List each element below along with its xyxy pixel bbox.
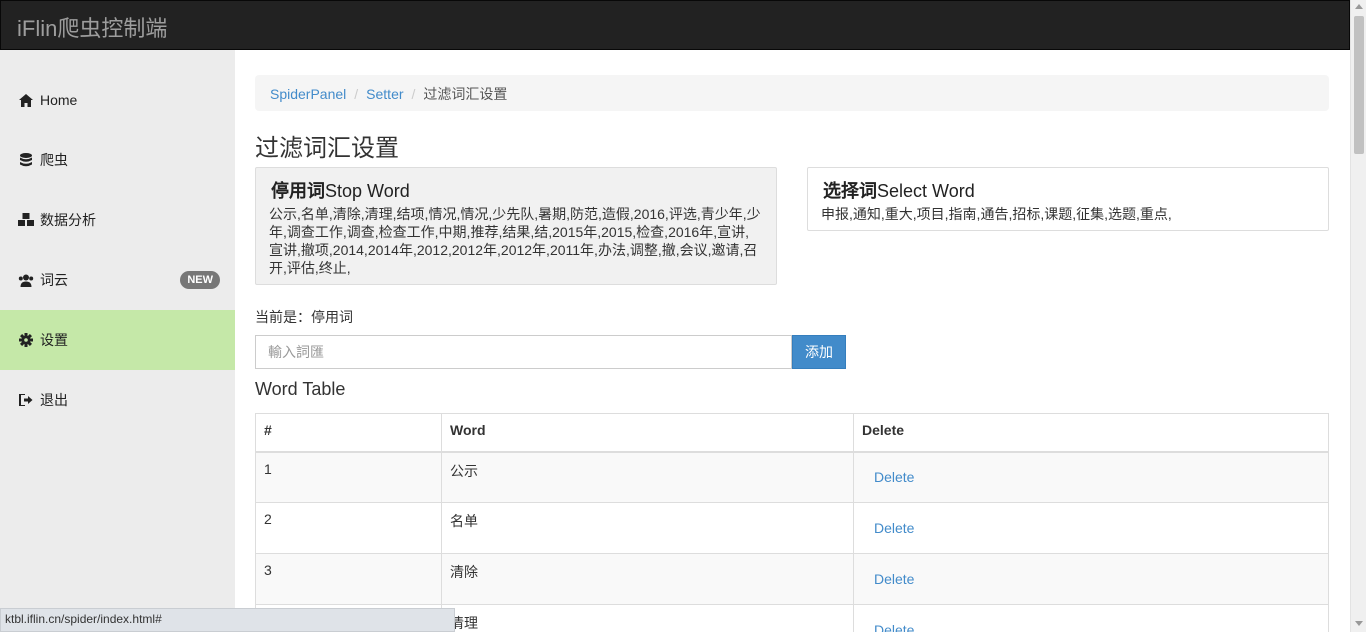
vertical-scrollbar[interactable] xyxy=(1350,0,1366,632)
breadcrumb-current: 过滤词汇设置 xyxy=(423,86,508,102)
column-header-number: # xyxy=(255,413,442,453)
current-mode-label: 当前是：停用词 xyxy=(255,309,353,325)
breadcrumb-setter[interactable]: Setter xyxy=(366,86,403,102)
column-header-delete: Delete xyxy=(853,413,1329,453)
brand-title[interactable]: iFlin爬虫控制端 xyxy=(17,11,167,43)
home-icon xyxy=(18,92,34,108)
gear-icon xyxy=(18,332,34,348)
scroll-up-arrow-icon[interactable] xyxy=(1355,4,1363,9)
select-word-list: 申报,通知,重大,项目,指南,通告,招标,课题,征集,选题,重点, xyxy=(821,206,1172,222)
sidebar-item-label: 爬虫 xyxy=(40,152,68,168)
main-content: SpiderPanel / Setter / 过滤词汇设置 过滤词汇设置 停用词Stop… xyxy=(235,50,1350,632)
browser-status-bar: ktbl.iflin.cn/spider/index.html# xyxy=(0,608,455,632)
table-title: Word Table xyxy=(255,379,346,399)
row-number: 3 xyxy=(255,553,442,605)
scrollbar-thumb[interactable] xyxy=(1354,16,1364,154)
add-button[interactable]: 添加 xyxy=(792,335,846,369)
sign-out-icon xyxy=(18,392,34,408)
add-word-form: 添加 xyxy=(255,335,846,369)
sidebar-item-label: 数据分析 xyxy=(40,212,96,228)
row-word: 公示 xyxy=(441,451,854,503)
cubes-icon xyxy=(18,212,34,228)
delete-link[interactable]: Delete xyxy=(853,604,1329,632)
sidebar-item-analysis[interactable]: 数据分析 xyxy=(0,190,235,250)
sidebar-item-logout[interactable]: 退出 xyxy=(0,370,235,430)
select-word-title: 选择词Select Word xyxy=(823,181,975,201)
word-input[interactable] xyxy=(255,335,792,369)
select-word-panel[interactable]: 选择词Select Word 申报,通知,重大,项目,指南,通告,招标,课题,征… xyxy=(807,167,1329,231)
row-number: 2 xyxy=(255,502,442,554)
row-word: 清除 xyxy=(441,553,854,605)
breadcrumb: SpiderPanel / Setter / 过滤词汇设置 xyxy=(255,75,1329,111)
delete-link[interactable]: Delete xyxy=(853,553,1329,605)
sidebar-item-label: 退出 xyxy=(40,392,68,408)
page-title: 过滤词汇设置 xyxy=(255,136,399,162)
new-badge: NEW xyxy=(180,271,220,289)
sidebar: Home 爬虫 数据分析 词云 NEW 设置 退出 xyxy=(0,50,235,632)
delete-link[interactable]: Delete xyxy=(853,451,1329,503)
table-row: 1 公示 Delete xyxy=(255,451,1329,503)
top-navbar: iFlin爬虫控制端 xyxy=(0,0,1350,50)
word-table: # Word Delete 1 公示 Delete 2 名单 Delete 3 … xyxy=(255,413,1329,632)
stop-word-list: 公示,名单,清除,清理,结项,情况,情况,少先队,暑期,防范,造假,2016,评… xyxy=(269,206,761,276)
sidebar-item-label: Home xyxy=(40,92,78,108)
table-header-row: # Word Delete xyxy=(255,413,1329,453)
sidebar-item-label: 设置 xyxy=(40,332,68,348)
row-number: 1 xyxy=(255,451,442,503)
breadcrumb-separator: / xyxy=(354,86,359,102)
scroll-down-arrow-icon[interactable] xyxy=(1355,621,1363,626)
delete-link[interactable]: Delete xyxy=(853,502,1329,554)
sidebar-item-home[interactable]: Home xyxy=(0,70,235,130)
row-word: 清理 xyxy=(441,604,854,632)
sidebar-item-settings[interactable]: 设置 xyxy=(0,310,235,370)
database-icon xyxy=(18,152,34,168)
sidebar-item-wordcloud[interactable]: 词云 NEW xyxy=(0,250,235,310)
breadcrumb-spiderpanel[interactable]: SpiderPanel xyxy=(270,86,346,102)
users-icon xyxy=(18,272,34,288)
column-header-word: Word xyxy=(441,413,854,453)
table-row: 3 清除 Delete xyxy=(255,553,1329,605)
stop-word-panel[interactable]: 停用词Stop Word 公示,名单,清除,清理,结项,情况,情况,少先队,暑期… xyxy=(255,167,777,285)
sidebar-item-label: 词云 xyxy=(40,272,68,288)
table-row: 2 名单 Delete xyxy=(255,502,1329,554)
stop-word-title: 停用词Stop Word xyxy=(271,181,410,201)
row-word: 名单 xyxy=(441,502,854,554)
breadcrumb-separator: / xyxy=(411,86,416,102)
sidebar-item-spider[interactable]: 爬虫 xyxy=(0,130,235,190)
